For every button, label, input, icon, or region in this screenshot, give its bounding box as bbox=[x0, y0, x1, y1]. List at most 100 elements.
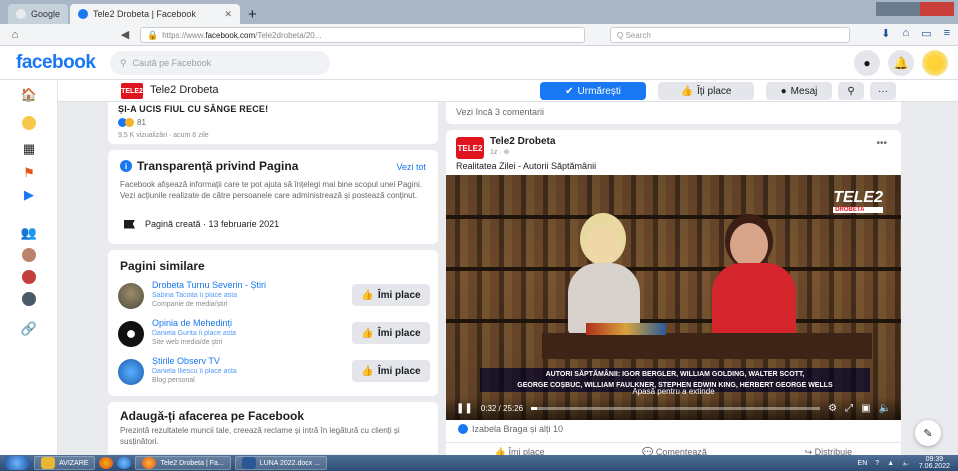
page-avatar[interactable] bbox=[118, 321, 144, 347]
edge-icon[interactable] bbox=[117, 457, 132, 469]
settings-gear-icon[interactable]: ⚙ bbox=[828, 403, 837, 414]
studio-desk bbox=[542, 333, 872, 359]
profile-avatar-icon[interactable] bbox=[20, 114, 38, 132]
taskbar-item-word[interactable]: LUNA 2022.docx ... bbox=[234, 456, 328, 470]
group-shortcut-1-icon[interactable] bbox=[20, 246, 38, 264]
clock-date: 7.06.2022 bbox=[918, 463, 950, 470]
group-shortcut-3-icon[interactable] bbox=[20, 290, 38, 308]
tray-help-icon[interactable]: ? bbox=[875, 460, 879, 467]
similar-page-friend-like[interactable]: Daniela Iliescu îi place asta bbox=[152, 368, 237, 375]
clock-time: 09:39 bbox=[925, 456, 944, 463]
home-page-icon[interactable]: ⌂ bbox=[903, 27, 910, 40]
home-icon[interactable]: 🏠 bbox=[20, 86, 38, 104]
see-all-link[interactable]: Vezi tot bbox=[396, 162, 426, 172]
page-more-button[interactable]: ··· bbox=[870, 82, 896, 100]
tab-label: Google bbox=[31, 9, 61, 19]
groups-icon[interactable]: 👥 bbox=[20, 224, 38, 242]
start-button[interactable] bbox=[4, 456, 30, 470]
similar-pages-card: Pagini similare Drobeta Turnu Severin - … bbox=[108, 250, 438, 396]
previous-post-title[interactable]: ȘI-A UCIS FIUL CU SÂNGE RECE! bbox=[118, 104, 268, 114]
volume-icon[interactable]: 🔈 bbox=[879, 403, 891, 414]
page-like-button[interactable]: 👍 Îți place bbox=[658, 82, 754, 100]
library-icon[interactable]: ▭ bbox=[921, 27, 931, 40]
following-label: Urmărești bbox=[577, 85, 621, 97]
shelf-divider bbox=[446, 319, 901, 323]
like-page-button[interactable]: 👍 Îmi place bbox=[352, 322, 430, 344]
language-indicator[interactable]: EN bbox=[858, 460, 868, 467]
similar-page-friend-like[interactable]: Daniela Gurita îi place asta bbox=[152, 330, 236, 337]
windows-taskbar: AVIZARE Tele2 Drobeta | Fa... LUNA 2022.… bbox=[0, 455, 958, 471]
page-name[interactable]: Tele2 Drobeta bbox=[150, 84, 219, 96]
similar-page-friend-like[interactable]: Sabina Tacoita îi place asta bbox=[152, 292, 237, 299]
messenger-icon[interactable]: ● bbox=[854, 50, 880, 76]
taskbar-item-firefox[interactable]: Tele2 Drobeta | Fa... bbox=[135, 456, 231, 470]
facebook-favicon-icon bbox=[78, 9, 89, 19]
tab-label: Tele2 Drobeta | Facebook bbox=[93, 9, 196, 19]
back-button[interactable]: ◀ bbox=[118, 28, 132, 41]
menu-icon[interactable]: ≡ bbox=[944, 27, 950, 40]
page-search-button[interactable]: ⚲ bbox=[838, 82, 864, 100]
add-business-title[interactable]: Adaugă-ți afacerea pe Facebook bbox=[120, 409, 304, 423]
watch-icon[interactable]: ▶ bbox=[20, 186, 38, 204]
like-page-button[interactable]: 👍 Îmi place bbox=[352, 284, 430, 306]
notifications-bell-icon[interactable]: 🔔 bbox=[888, 50, 914, 76]
network-icon[interactable]: ▲ bbox=[887, 460, 894, 467]
like-page-button[interactable]: 👍 Îmi place bbox=[352, 360, 430, 382]
page-avatar[interactable] bbox=[118, 283, 144, 309]
similar-page-item: Știrile Observ TV Daniela Iliescu îi pla… bbox=[118, 356, 434, 392]
close-window-button[interactable] bbox=[920, 2, 954, 16]
volume-tray-icon[interactable]: 🔈 bbox=[902, 459, 911, 467]
browser-search-input[interactable]: Q Search bbox=[610, 27, 850, 43]
like-page-label: Îmi place bbox=[377, 365, 421, 377]
address-bar[interactable]: 🔒 https://www. facebook.com /Tele2drobet… bbox=[140, 27, 585, 43]
close-tab-icon[interactable]: ✕ bbox=[224, 9, 232, 20]
facebook-logo[interactable]: facebook bbox=[16, 52, 96, 74]
similar-page-name[interactable]: Drobeta Turnu Severin - Știri bbox=[152, 280, 266, 290]
video-player[interactable]: TELE2 DROBETA AUTORI SĂPTĂMÂNII: IGOR BE… bbox=[446, 175, 901, 420]
similar-page-name[interactable]: Știrile Observ TV bbox=[152, 356, 220, 366]
system-clock[interactable]: 09:39 7.06.2022 bbox=[919, 456, 950, 470]
following-button[interactable]: ✔ Urmărești bbox=[540, 82, 646, 100]
apps-grid-icon[interactable]: ▦ bbox=[20, 140, 38, 158]
pages-flag-icon[interactable]: ⚑ bbox=[20, 164, 38, 182]
browser-tab-google[interactable]: Google bbox=[8, 4, 69, 24]
home-icon[interactable]: ⌂ bbox=[8, 29, 22, 41]
picture-in-picture-icon[interactable]: ▣ bbox=[861, 403, 870, 414]
post-reactions-text: Izabela Braga și alți 10 bbox=[472, 424, 564, 434]
post-reactions-summary[interactable]: Izabela Braga și alți 10 bbox=[458, 424, 563, 434]
facebook-search-input[interactable]: ⚲ Caută pe Facebook bbox=[110, 51, 330, 75]
chrome-icon[interactable] bbox=[99, 457, 114, 469]
compose-edit-icon[interactable]: ✎ bbox=[915, 420, 941, 446]
post-author-name[interactable]: Tele2 Drobeta bbox=[490, 136, 555, 147]
download-icon[interactable]: ⬇ bbox=[881, 27, 890, 40]
taskbar-item-avizare[interactable]: AVIZARE bbox=[34, 456, 96, 470]
expand-hint[interactable]: Apasă pentru a extinde bbox=[446, 387, 901, 396]
previous-post-reactions[interactable]: 81 bbox=[118, 118, 146, 127]
taskbar-label: AVIZARE bbox=[59, 459, 89, 467]
message-button[interactable]: ● Mesaj bbox=[766, 82, 832, 100]
video-progress-bar[interactable] bbox=[531, 407, 821, 410]
browser-tab-facebook[interactable]: Tele2 Drobeta | Facebook ✕ bbox=[70, 4, 241, 24]
similar-page-category: Site web media/de știri bbox=[152, 339, 223, 346]
maximize-button[interactable] bbox=[898, 2, 920, 16]
minimize-button[interactable] bbox=[876, 2, 898, 16]
presenter-head bbox=[586, 225, 620, 265]
transparency-description: Facebook afișează informații care te pot… bbox=[120, 180, 422, 200]
post-author-avatar[interactable]: TELE2 bbox=[456, 137, 484, 159]
post-options-button[interactable]: ••• bbox=[876, 138, 887, 149]
fullscreen-expand-icon[interactable]: ⤢ bbox=[845, 403, 853, 414]
link-icon[interactable]: 🔗 bbox=[20, 320, 38, 338]
post-meta: 1z · ⊛ bbox=[490, 149, 510, 156]
group-shortcut-2-icon[interactable] bbox=[20, 268, 38, 286]
browser-search-placeholder: Q Search bbox=[617, 30, 651, 40]
pause-icon[interactable]: ❚❚ bbox=[456, 403, 473, 414]
account-avatar[interactable] bbox=[922, 50, 948, 76]
similar-page-name[interactable]: Opinia de Mehedinți bbox=[152, 318, 232, 328]
new-tab-button[interactable]: + bbox=[242, 4, 263, 24]
more-comments-link[interactable]: Vezi încă 3 comentarii bbox=[456, 107, 544, 117]
word-icon bbox=[241, 457, 256, 469]
presenter-figure bbox=[564, 225, 644, 335]
page-avatar[interactable] bbox=[118, 359, 144, 385]
facebook-search-placeholder: Caută pe Facebook bbox=[132, 58, 212, 68]
like-page-label: Îmi place bbox=[377, 327, 421, 339]
